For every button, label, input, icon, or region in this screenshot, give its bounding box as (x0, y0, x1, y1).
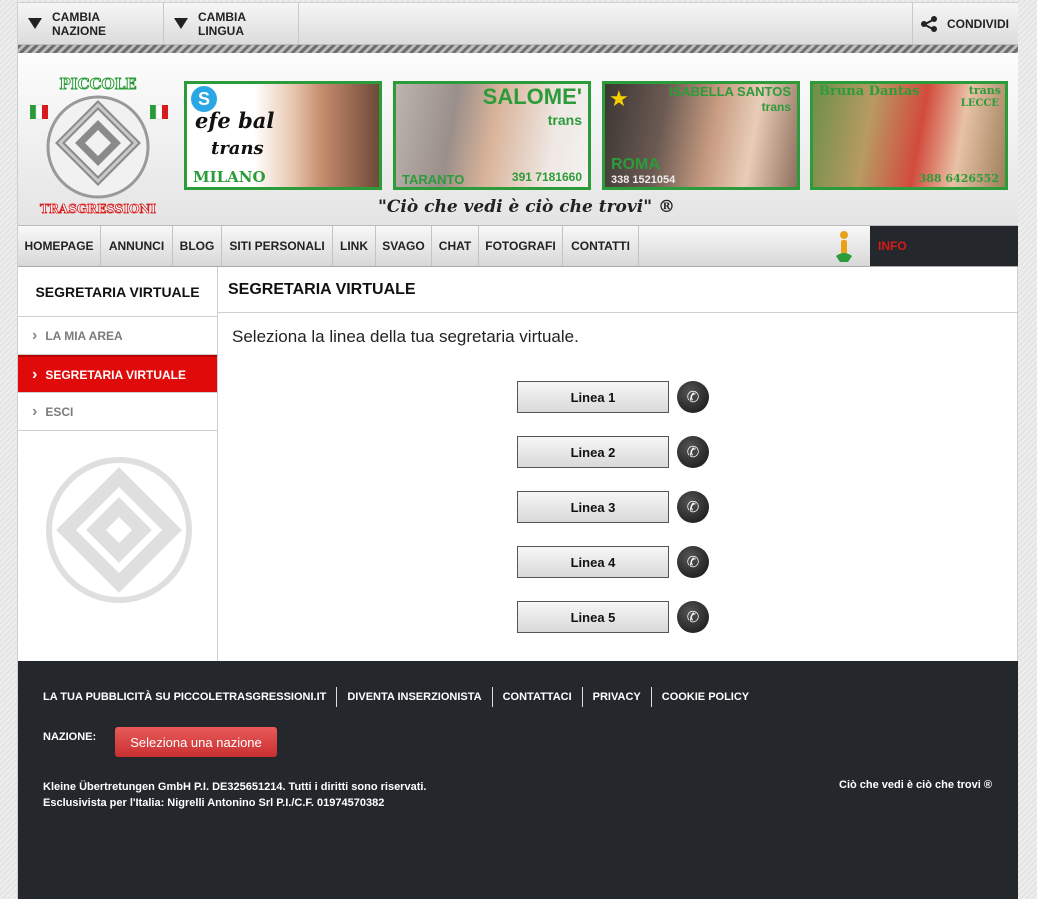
share-icon (921, 15, 937, 32)
footer: LA TUA PUBBLICITÀ SU PICCOLETRASGRESSION… (18, 661, 1018, 899)
phone-icon[interactable]: ✆ (677, 491, 709, 523)
share-button[interactable]: CONDIVIDI (912, 3, 1018, 44)
line-4-button[interactable]: Linea 4 (517, 546, 669, 578)
tagline: "Ciò che vedi è ciò che trovi" ® (378, 197, 676, 217)
site-logo[interactable]: PICCOLE TRASGRESSIONI (26, 75, 176, 225)
page-title: SEGRETARIA VIRTUALE (218, 267, 1018, 313)
banner-1-city: MILANO (193, 168, 266, 186)
line-row: Linea 1 ✆ (517, 381, 709, 413)
logo-text-bottom: TRASGRESSIONI (40, 202, 156, 216)
line-5-button[interactable]: Linea 5 (517, 601, 669, 633)
banner-3-subtitle: trans (761, 100, 791, 114)
sidebar-item-label: ESCI (45, 404, 74, 419)
change-country-label: CAMBIA NAZIONE (52, 9, 106, 38)
star-icon: ★ (609, 86, 629, 111)
banner-2-subtitle: trans (547, 112, 582, 128)
footer-link-advertiser[interactable]: DIVENTA INSERZIONISTA (336, 687, 491, 707)
ad-banner-3[interactable]: ★ ISABELLA SANTOS trans ROMA 338 1521054 (602, 81, 800, 190)
footer-slogan: Ciò che vedi è ciò che trovi ® (839, 779, 992, 791)
line-1-button[interactable]: Linea 1 (517, 381, 669, 413)
nav-item-homepage[interactable]: HOMEPAGE (18, 226, 101, 266)
triangle-down-icon (174, 18, 188, 29)
change-language-button[interactable]: CAMBIA LINGUA (164, 3, 299, 44)
nav-item-info[interactable]: INFO (870, 226, 1018, 266)
nav-item-chat[interactable]: CHAT (432, 226, 479, 266)
footer-link-advertising[interactable]: LA TUA PUBBLICITÀ SU PICCOLETRASGRESSION… (43, 687, 336, 707)
change-country-button[interactable]: CAMBIA NAZIONE (18, 3, 164, 44)
logo-text-top: PICCOLE (59, 75, 136, 93)
sidebar-item-label: SEGRETARIA VIRTUALE (45, 367, 186, 382)
nav-item-siti-personali[interactable]: SITI PERSONALI (222, 226, 333, 266)
banner-2-name: SALOME' (482, 84, 582, 109)
nav-item-fotografi[interactable]: FOTOGRAFI (479, 226, 563, 266)
banner-4-phone: 388 6426552 (918, 172, 999, 185)
nav-item-link[interactable]: LINK (333, 226, 376, 266)
chevron-right-icon: › (32, 365, 38, 383)
legal-line-2: Esclusivista per l'Italia: Nigrelli Anto… (43, 797, 385, 809)
header: PICCOLE TRASGRESSIONI S efe bal trans MI… (18, 53, 1018, 225)
footer-link-contact[interactable]: CONTATTACI (491, 687, 582, 707)
sidebar: SEGRETARIA VIRTUALE › LA MIA AREA › SEGR… (18, 267, 218, 661)
line-2-button[interactable]: Linea 2 (517, 436, 669, 468)
ad-banner-2[interactable]: SALOME' trans TARANTO 391 7181660 (393, 81, 591, 190)
banner-3-city: ROMA (611, 156, 660, 173)
line-row: Linea 4 ✆ (517, 546, 709, 578)
ad-banner-4[interactable]: Bruna Dantas trans LECCE 388 6426552 (810, 81, 1008, 190)
sidebar-item-la-mia-area[interactable]: › LA MIA AREA (18, 317, 217, 355)
footer-link-privacy[interactable]: PRIVACY (581, 687, 651, 707)
logo-watermark (44, 455, 194, 605)
phone-icon[interactable]: ✆ (677, 601, 709, 633)
country-label: NAZIONE: (43, 731, 97, 743)
line-row: Linea 3 ✆ (517, 491, 709, 523)
top-bar: CAMBIA NAZIONE CAMBIA LINGUA CONDIVIDI (18, 3, 1018, 45)
legal-line-1: Kleine Übertretungen GmbH P.I. DE3256512… (43, 781, 427, 793)
phone-icon[interactable]: ✆ (677, 381, 709, 413)
banner-2-city: TARANTO (402, 172, 465, 187)
nav-item-blog[interactable]: BLOG (173, 226, 222, 266)
share-label: CONDIVIDI (947, 16, 1010, 31)
triangle-down-icon (28, 18, 42, 29)
page: CAMBIA NAZIONE CAMBIA LINGUA CONDIVIDI P… (17, 2, 1018, 899)
banner-4-name: Bruna Dantas (819, 84, 920, 99)
legal-text: Kleine Übertretungen GmbH P.I. DE3256512… (43, 779, 426, 811)
sidebar-item-esci[interactable]: › ESCI (18, 393, 217, 431)
sidebar-title: SEGRETARIA VIRTUALE (18, 267, 217, 317)
footer-link-cookie-policy[interactable]: COOKIE POLICY (650, 687, 759, 707)
nav-item-svago[interactable]: SVAGO (376, 226, 432, 266)
banner-3-phone: 338 1521054 (611, 174, 676, 186)
banner-2-phone: 391 7181660 (511, 170, 582, 184)
nav-item-contatti[interactable]: CONTATTI (563, 226, 639, 266)
chevron-right-icon: › (32, 326, 38, 344)
select-country-button[interactable]: Seleziona una nazione (115, 727, 277, 757)
phone-icon[interactable]: ✆ (677, 436, 709, 468)
main-content: SEGRETARIA VIRTUALE Seleziona la linea d… (218, 267, 1018, 661)
intro-text: Seleziona la linea della tua segretaria … (232, 327, 579, 346)
nav-item-annunci[interactable]: ANNUNCI (101, 226, 173, 266)
sidebar-item-label: LA MIA AREA (45, 328, 123, 343)
banner-1-subtitle: trans (211, 138, 264, 159)
decorative-stripe (18, 45, 1018, 53)
banner-3-name: ISABELLA SANTOS (668, 84, 791, 99)
line-3-button[interactable]: Linea 3 (517, 491, 669, 523)
main-nav: HOMEPAGE ANNUNCI BLOG SITI PERSONALI LIN… (18, 225, 1018, 267)
phone-icon[interactable]: ✆ (677, 546, 709, 578)
chevron-right-icon: › (32, 402, 38, 420)
footer-links: LA TUA PUBBLICITÀ SU PICCOLETRASGRESSION… (43, 687, 759, 707)
line-row: Linea 2 ✆ (517, 436, 709, 468)
info-person-icon[interactable] (832, 230, 856, 264)
banner-1-name: efe bal (195, 108, 275, 133)
change-language-label: CAMBIA LINGUA (198, 9, 246, 38)
sidebar-item-segretaria-virtuale[interactable]: › SEGRETARIA VIRTUALE (18, 355, 217, 393)
ad-banner-1[interactable]: S efe bal trans MILANO (184, 81, 382, 190)
banner-4-city: LECCE (960, 98, 999, 109)
line-row: Linea 5 ✆ (517, 601, 709, 633)
banner-4-subtitle: trans (968, 84, 1001, 97)
